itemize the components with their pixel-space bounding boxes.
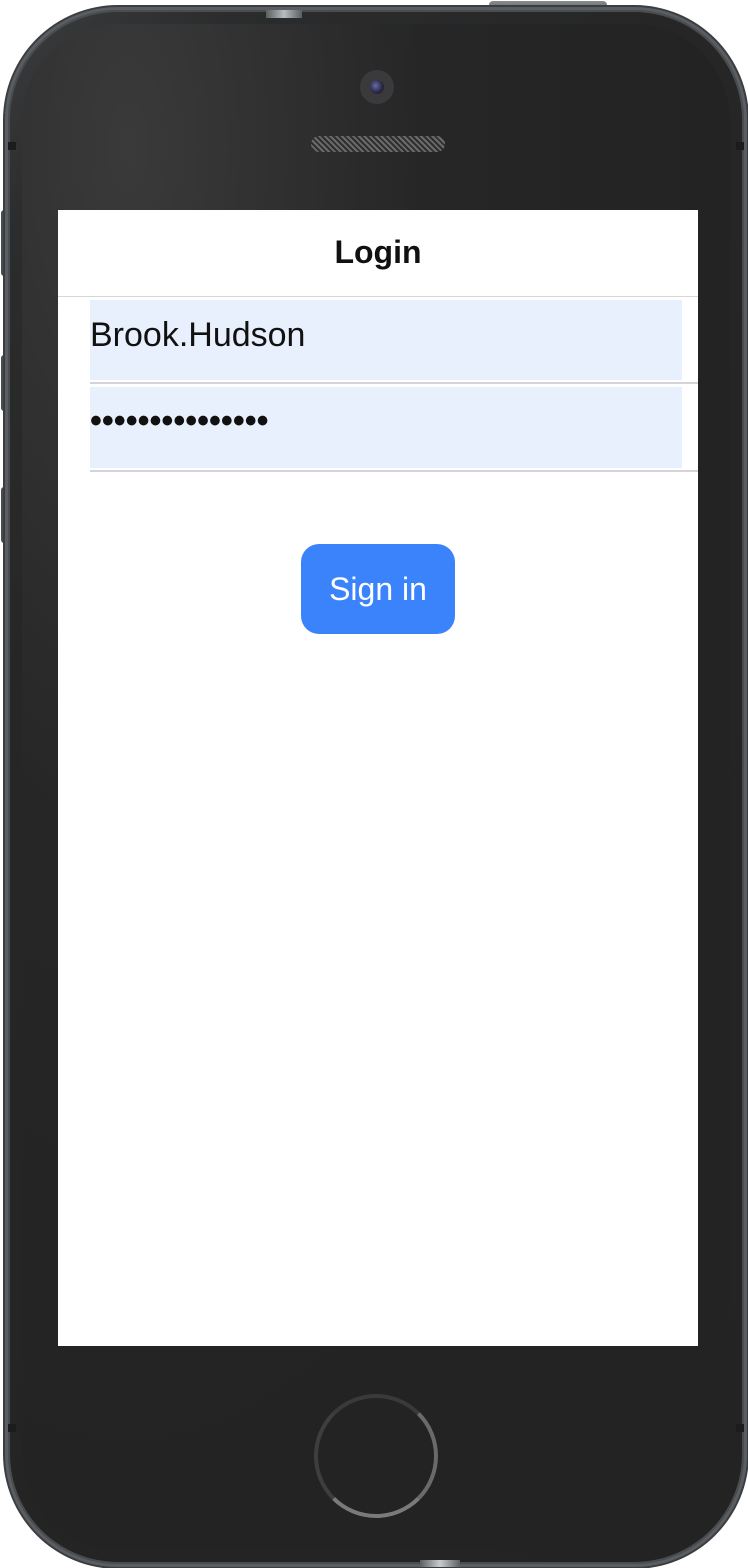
front-camera-icon xyxy=(360,70,394,104)
antenna-band xyxy=(8,1424,16,1432)
password-value: ••••••••••••••• xyxy=(90,402,269,440)
sign-in-button[interactable]: Sign in xyxy=(301,544,455,634)
username-value: Brook.Hudson xyxy=(90,316,306,354)
password-row: ••••••••••••••• xyxy=(90,385,698,472)
top-edge-highlight xyxy=(266,10,302,18)
speaker-grille-icon xyxy=(311,136,445,152)
username-field[interactable]: Brook.Hudson xyxy=(90,300,682,380)
app-screen: Login Brook.Hudson ••••••••••••••• Sign … xyxy=(58,210,698,1346)
antenna-band xyxy=(736,142,744,150)
password-field[interactable]: ••••••••••••••• xyxy=(90,387,682,468)
username-row: Brook.Hudson xyxy=(90,298,698,384)
antenna-band xyxy=(736,1424,744,1432)
device-stage: Login Brook.Hudson ••••••••••••••• Sign … xyxy=(0,0,748,1568)
bottom-edge-highlight xyxy=(420,1560,460,1567)
page-title: Login xyxy=(334,233,422,270)
home-button-icon[interactable] xyxy=(314,1394,438,1518)
antenna-band xyxy=(8,142,16,150)
nav-header: Login xyxy=(58,210,698,297)
